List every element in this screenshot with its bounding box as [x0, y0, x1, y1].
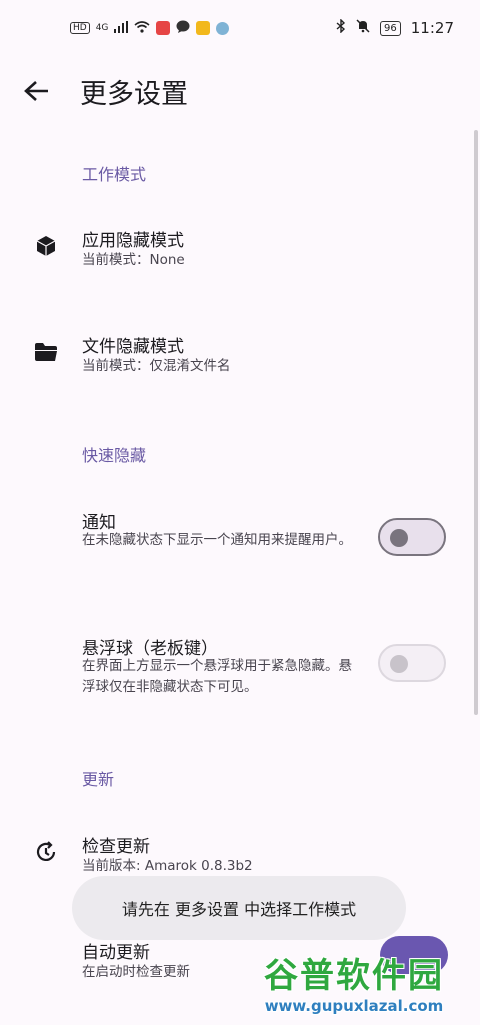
pref-app-hide-mode[interactable]: 应用隐藏模式 当前模式：None [0, 212, 480, 302]
signal-icon [114, 20, 129, 36]
wifi-icon [134, 20, 150, 36]
pref-summary: 当前版本: Amarok 0.8.3b2 [82, 858, 253, 874]
update-history-icon [34, 840, 58, 864]
folder-icon [34, 340, 58, 364]
switch-thumb [390, 655, 408, 673]
arrow-left-icon [24, 81, 48, 101]
status-bar-left: HD 4G [70, 20, 230, 37]
toast-message: 请先在 更多设置 中选择工作模式 [72, 876, 406, 940]
cube-icon [34, 234, 58, 258]
notification-switch[interactable] [378, 518, 446, 556]
app-notification-icon [216, 21, 230, 35]
network-type-label: 4G [95, 23, 109, 33]
page-title: 更多设置 [80, 79, 188, 110]
pref-floating-ball[interactable]: 悬浮球（老板键） 在界面上方显示一个悬浮球用于紧急隐藏。悬浮球仅在非隐藏状态下可… [0, 620, 480, 720]
bluetooth-icon [336, 18, 346, 37]
battery-indicator: 96 [380, 20, 401, 36]
app-bar: 更多设置 [0, 60, 480, 120]
watermark-url: www.gupuxlazal.com [264, 997, 444, 1015]
switch-thumb [390, 529, 408, 547]
status-bar: HD 4G 96 11:27 [0, 0, 480, 56]
pref-summary: 当前模式：仅混淆文件名 [82, 358, 231, 374]
floating-ball-switch[interactable] [378, 644, 446, 682]
status-bar-right: 96 11:27 [336, 18, 454, 37]
pref-file-hide-mode[interactable]: 文件隐藏模式 当前模式：仅混淆文件名 [0, 318, 480, 408]
pref-title: 应用隐藏模式 [82, 231, 184, 251]
pref-title: 文件隐藏模式 [82, 337, 184, 357]
mute-bell-icon [356, 19, 370, 37]
app-notification-icon [196, 21, 211, 35]
pref-title: 自动更新 [82, 943, 150, 963]
back-button[interactable] [22, 76, 52, 106]
pref-summary: 在未隐藏状态下显示一个通知用来提醒用户。 [82, 532, 352, 548]
section-header-quick-hide: 快速隐藏 [82, 446, 147, 465]
watermark-title: 谷普软件园 [264, 956, 444, 996]
section-header-work-mode: 工作模式 [82, 165, 147, 184]
status-time: 11:27 [410, 19, 454, 37]
section-header-update: 更新 [82, 770, 115, 789]
pref-summary: 当前模式：None [82, 252, 185, 268]
pref-title: 检查更新 [82, 837, 150, 857]
pref-notification[interactable]: 通知 在未隐藏状态下显示一个通知用来提醒用户。 [0, 494, 480, 594]
pref-summary: 在界面上方显示一个悬浮球用于紧急隐藏。悬浮球仅在非隐藏状态下可见。 [82, 658, 352, 695]
hd-label: HD [70, 22, 90, 34]
chat-icon [176, 20, 190, 37]
app-notification-icon [156, 21, 171, 35]
watermark: 谷普软件园 www.gupuxlazal.com [232, 948, 476, 1022]
